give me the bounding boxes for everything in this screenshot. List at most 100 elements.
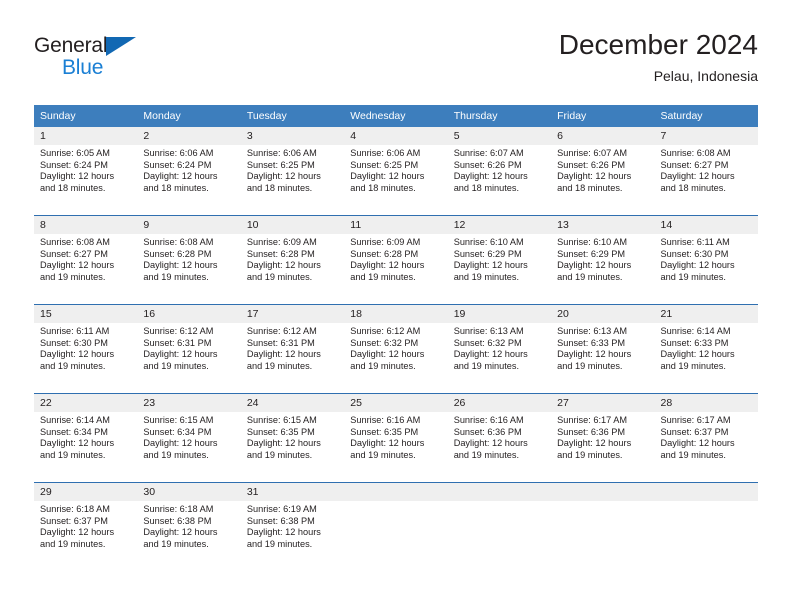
calendar-day-cell[interactable]: 2 Sunrise: 6:06 AM Sunset: 6:24 PM Dayli… <box>137 127 241 216</box>
calendar-day-cell[interactable]: 4 Sunrise: 6:06 AM Sunset: 6:25 PM Dayli… <box>344 127 448 216</box>
sunset-text: Sunset: 6:27 PM <box>660 159 729 170</box>
calendar-day-cell[interactable]: 5 Sunrise: 6:07 AM Sunset: 6:26 PM Dayli… <box>447 127 552 216</box>
daylight-text-line1: Daylight: 12 hours <box>350 349 425 360</box>
day-details: Sunrise: 6:13 AM Sunset: 6:32 PM Dayligh… <box>448 323 551 372</box>
calendar-day-cell[interactable]: 3 Sunrise: 6:06 AM Sunset: 6:25 PM Dayli… <box>240 127 345 216</box>
daylight-text-line1: Daylight: 12 hours <box>660 438 735 449</box>
weekday-header-saturday: Saturday <box>654 105 758 127</box>
sunrise-text: Sunrise: 6:16 AM <box>453 415 524 425</box>
daylight-text-line2: and 18 minutes. <box>350 182 416 193</box>
day-number <box>654 483 758 501</box>
daylight-text-line2: and 18 minutes. <box>246 182 313 193</box>
daylight-text-line1: Daylight: 12 hours <box>453 349 528 360</box>
calendar-page: General Blue December 2024 Pelau, Indone… <box>0 0 792 612</box>
calendar-day-cell[interactable]: 25 Sunrise: 6:16 AM Sunset: 6:35 PM Dayl… <box>344 393 448 483</box>
calendar-day-cell[interactable]: 18 Sunrise: 6:12 AM Sunset: 6:32 PM Dayl… <box>344 304 448 394</box>
sunset-text: Sunset: 6:26 PM <box>453 159 522 170</box>
weekday-header-thursday: Thursday <box>447 105 552 127</box>
calendar-day-cell[interactable]: 23 Sunrise: 6:15 AM Sunset: 6:34 PM Dayl… <box>137 393 241 483</box>
day-number: 15 <box>34 305 138 323</box>
sunset-text: Sunset: 6:30 PM <box>40 337 108 348</box>
sunrise-text: Sunrise: 6:07 AM <box>557 148 628 158</box>
calendar-day-cell[interactable]: 27 Sunrise: 6:17 AM Sunset: 6:36 PM Dayl… <box>551 393 655 483</box>
calendar-week-row: 8 Sunrise: 6:08 AM Sunset: 6:27 PM Dayli… <box>34 215 758 305</box>
day-details: Sunrise: 6:08 AM Sunset: 6:27 PM Dayligh… <box>34 234 137 283</box>
day-number: 10 <box>240 216 345 234</box>
calendar-day-cell[interactable]: 17 Sunrise: 6:12 AM Sunset: 6:31 PM Dayl… <box>240 304 345 394</box>
calendar-day-cell[interactable]: 29 Sunrise: 6:18 AM Sunset: 6:37 PM Dayl… <box>34 482 138 571</box>
day-details: Sunrise: 6:18 AM Sunset: 6:38 PM Dayligh… <box>137 501 240 550</box>
calendar-day-cell[interactable]: 28 Sunrise: 6:17 AM Sunset: 6:37 PM Dayl… <box>654 393 758 483</box>
calendar-day-cell[interactable]: 7 Sunrise: 6:08 AM Sunset: 6:27 PM Dayli… <box>654 127 758 216</box>
daylight-text-line1: Daylight: 12 hours <box>350 171 425 182</box>
day-number: 6 <box>551 127 655 145</box>
calendar-day-cell[interactable]: 15 Sunrise: 6:11 AM Sunset: 6:30 PM Dayl… <box>34 304 138 394</box>
calendar-day-cell[interactable]: 6 Sunrise: 6:07 AM Sunset: 6:26 PM Dayli… <box>551 127 655 216</box>
sunrise-text: Sunrise: 6:13 AM <box>453 326 524 336</box>
calendar-week-row: 22 Sunrise: 6:14 AM Sunset: 6:34 PM Dayl… <box>34 393 758 483</box>
day-number: 28 <box>654 394 758 412</box>
day-number: 17 <box>240 305 345 323</box>
calendar-day-cell[interactable]: 26 Sunrise: 6:16 AM Sunset: 6:36 PM Dayl… <box>447 393 552 483</box>
calendar-day-cell[interactable]: 30 Sunrise: 6:18 AM Sunset: 6:38 PM Dayl… <box>137 482 241 571</box>
sunset-text: Sunset: 6:26 PM <box>557 159 626 170</box>
sunset-text: Sunset: 6:32 PM <box>453 337 522 348</box>
sunrise-text: Sunrise: 6:15 AM <box>143 415 214 425</box>
day-details: Sunrise: 6:18 AM Sunset: 6:37 PM Dayligh… <box>34 501 137 550</box>
daylight-text-line1: Daylight: 12 hours <box>246 527 321 538</box>
sunrise-text: Sunrise: 6:10 AM <box>453 237 524 247</box>
day-number <box>344 483 448 501</box>
calendar-day-cell[interactable]: 31 Sunrise: 6:19 AM Sunset: 6:38 PM Dayl… <box>240 482 345 571</box>
calendar-day-cell[interactable]: 20 Sunrise: 6:13 AM Sunset: 6:33 PM Dayl… <box>551 304 655 394</box>
calendar-day-cell[interactable]: 9 Sunrise: 6:08 AM Sunset: 6:28 PM Dayli… <box>137 215 241 305</box>
daylight-text-line1: Daylight: 12 hours <box>143 527 218 538</box>
sunset-text: Sunset: 6:32 PM <box>350 337 419 348</box>
daylight-text-line1: Daylight: 12 hours <box>453 171 528 182</box>
calendar-day-cell[interactable]: 12 Sunrise: 6:10 AM Sunset: 6:29 PM Dayl… <box>447 215 552 305</box>
calendar-day-cell[interactable]: 1 Sunrise: 6:05 AM Sunset: 6:24 PM Dayli… <box>34 127 138 216</box>
calendar-day-cell[interactable]: 14 Sunrise: 6:11 AM Sunset: 6:30 PM Dayl… <box>654 215 758 305</box>
weekday-header-monday: Monday <box>137 105 241 127</box>
calendar-day-cell[interactable]: 10 Sunrise: 6:09 AM Sunset: 6:28 PM Dayl… <box>240 215 345 305</box>
day-details: Sunrise: 6:17 AM Sunset: 6:37 PM Dayligh… <box>655 412 758 461</box>
calendar-day-cell[interactable]: 16 Sunrise: 6:12 AM Sunset: 6:31 PM Dayl… <box>137 304 241 394</box>
day-details: Sunrise: 6:16 AM Sunset: 6:35 PM Dayligh… <box>344 412 447 461</box>
calendar-day-cell[interactable]: 19 Sunrise: 6:13 AM Sunset: 6:32 PM Dayl… <box>447 304 552 394</box>
day-number: 26 <box>447 394 552 412</box>
sunrise-text: Sunrise: 6:08 AM <box>143 237 214 247</box>
day-number: 27 <box>551 394 655 412</box>
day-details: Sunrise: 6:07 AM Sunset: 6:26 PM Dayligh… <box>551 145 654 194</box>
day-details: Sunrise: 6:10 AM Sunset: 6:29 PM Dayligh… <box>448 234 551 283</box>
calendar-day-cell[interactable]: 8 Sunrise: 6:08 AM Sunset: 6:27 PM Dayli… <box>34 215 138 305</box>
daylight-text-line2: and 19 minutes. <box>557 449 623 460</box>
weekday-header-sunday: Sunday <box>34 105 138 127</box>
sunset-text: Sunset: 6:29 PM <box>557 248 626 259</box>
sunrise-text: Sunrise: 6:14 AM <box>660 326 731 336</box>
calendar-week-row: 29 Sunrise: 6:18 AM Sunset: 6:37 PM Dayl… <box>34 482 758 571</box>
daylight-text-line1: Daylight: 12 hours <box>557 349 632 360</box>
calendar-day-cell-empty <box>447 482 552 571</box>
day-number: 20 <box>551 305 655 323</box>
calendar-day-cell[interactable]: 13 Sunrise: 6:10 AM Sunset: 6:29 PM Dayl… <box>551 215 655 305</box>
calendar-body: 1 Sunrise: 6:05 AM Sunset: 6:24 PM Dayli… <box>34 127 758 571</box>
calendar-day-cell[interactable]: 11 Sunrise: 6:09 AM Sunset: 6:28 PM Dayl… <box>344 215 448 305</box>
calendar-day-cell[interactable]: 22 Sunrise: 6:14 AM Sunset: 6:34 PM Dayl… <box>34 393 138 483</box>
general-blue-logo[interactable]: General Blue <box>34 34 254 90</box>
daylight-text-line2: and 19 minutes. <box>350 271 416 282</box>
daylight-text-line1: Daylight: 12 hours <box>660 171 735 182</box>
daylight-text-line1: Daylight: 12 hours <box>350 438 425 449</box>
sunset-text: Sunset: 6:38 PM <box>143 515 212 526</box>
day-details: Sunrise: 6:05 AM Sunset: 6:24 PM Dayligh… <box>34 145 137 194</box>
sunrise-text: Sunrise: 6:06 AM <box>350 148 421 158</box>
daylight-text-line1: Daylight: 12 hours <box>557 260 632 271</box>
daylight-text-line2: and 19 minutes. <box>143 271 209 282</box>
day-number <box>447 483 552 501</box>
sunrise-text: Sunrise: 6:05 AM <box>40 148 110 158</box>
day-number <box>551 483 655 501</box>
calendar-day-cell[interactable]: 24 Sunrise: 6:15 AM Sunset: 6:35 PM Dayl… <box>240 393 345 483</box>
daylight-text-line1: Daylight: 12 hours <box>246 260 321 271</box>
sunset-text: Sunset: 6:33 PM <box>557 337 626 348</box>
calendar-day-cell[interactable]: 21 Sunrise: 6:14 AM Sunset: 6:33 PM Dayl… <box>654 304 758 394</box>
day-details: Sunrise: 6:16 AM Sunset: 6:36 PM Dayligh… <box>448 412 551 461</box>
day-number: 8 <box>34 216 138 234</box>
